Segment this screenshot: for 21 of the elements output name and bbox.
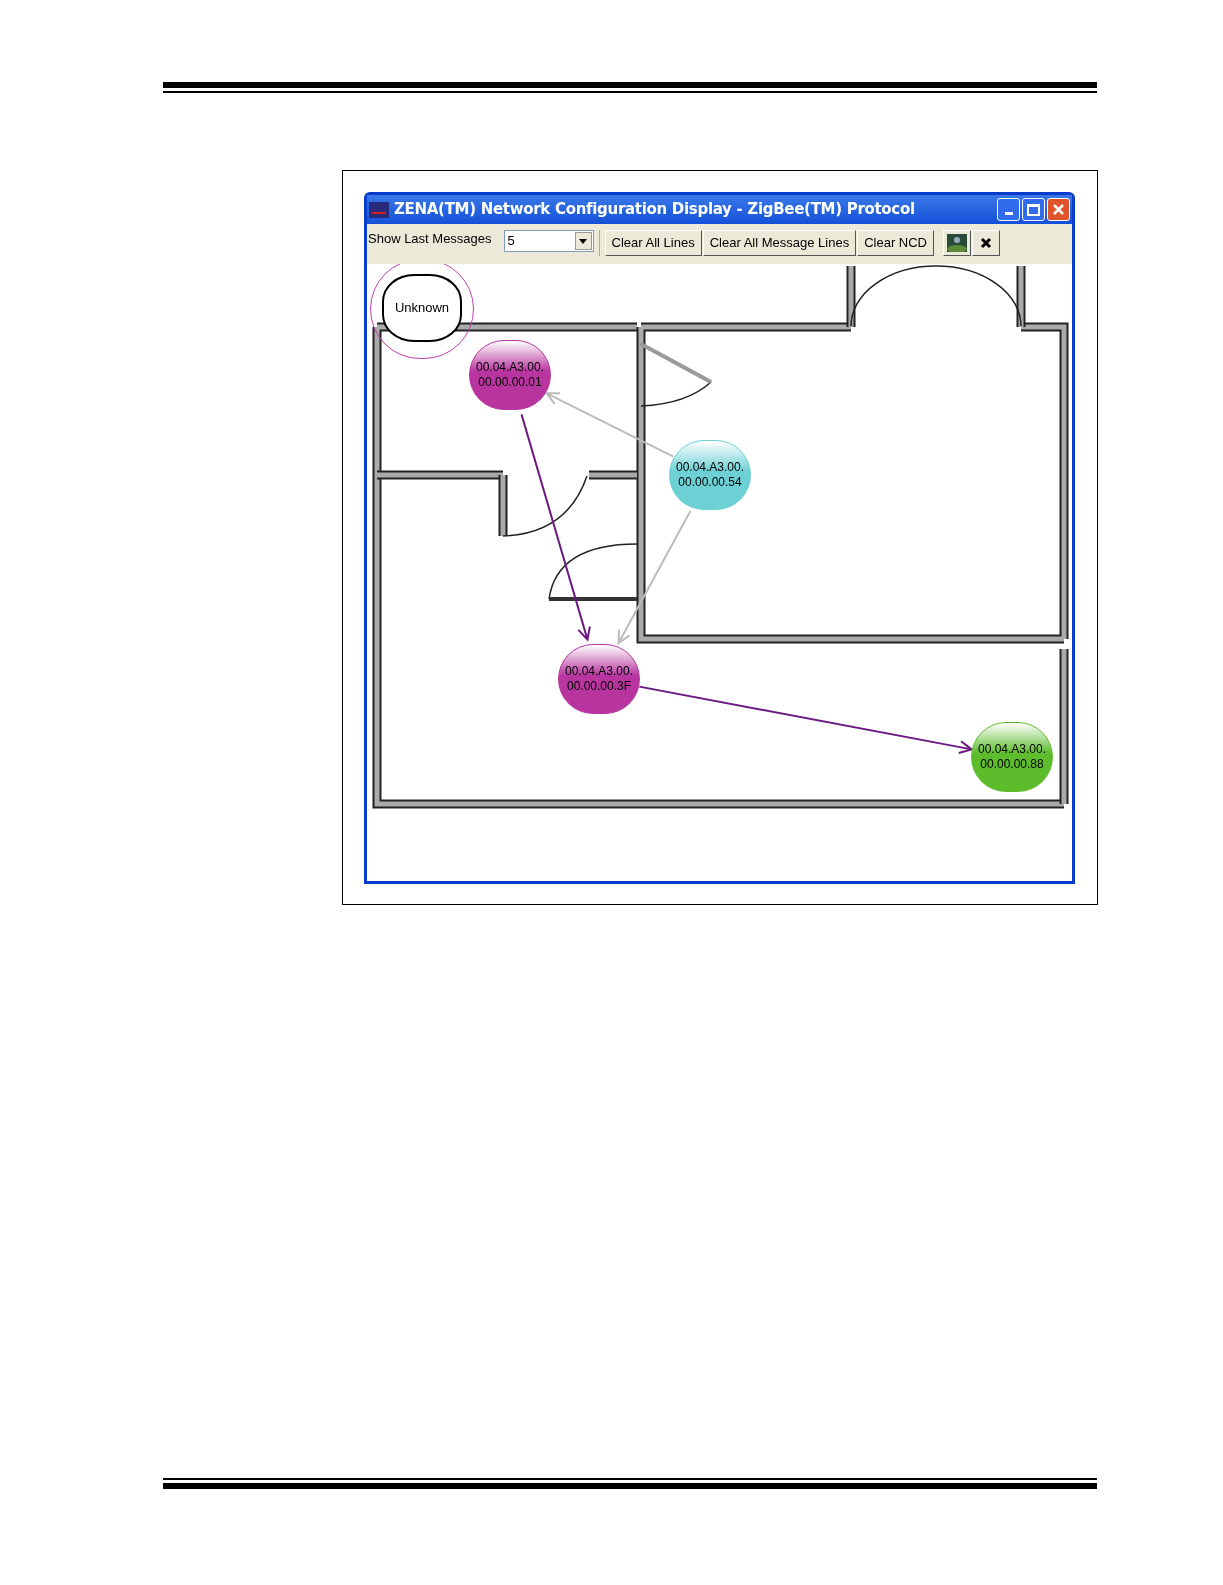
network-node[interactable]: 00.04.A3.00. 00.00.00.01	[469, 340, 551, 410]
picture-button[interactable]	[943, 230, 971, 256]
app-icon	[369, 201, 389, 218]
window-title: ZENA(TM) Network Configuration Display - ZigBee(TM) Protocol	[394, 199, 915, 221]
close-icon	[980, 237, 992, 249]
close-button[interactable]	[1047, 198, 1070, 221]
unknown-node[interactable]: Unknown	[382, 274, 462, 342]
minimize-button[interactable]	[997, 198, 1020, 221]
landscape-icon	[947, 234, 967, 252]
show-last-label: Show Last Messages	[368, 230, 492, 248]
close-icon	[1052, 203, 1065, 216]
network-node[interactable]: 00.04.A3.00. 00.00.00.54	[669, 440, 751, 510]
maximize-button[interactable]	[1022, 198, 1045, 221]
toolbar-button[interactable]: Clear All Lines	[604, 230, 702, 256]
network-node[interactable]: 00.04.A3.00. 00.00.00.88	[971, 722, 1053, 792]
toolbar-button[interactable]: Clear All Message Lines	[702, 230, 857, 256]
close-icon-button[interactable]	[972, 230, 1000, 256]
toolbar-button[interactable]: Clear NCD	[857, 230, 934, 256]
network-node[interactable]: 00.04.A3.00. 00.00.00.3F	[558, 644, 640, 714]
messages-dropdown[interactable]: 5	[503, 230, 594, 252]
dropdown-arrow-icon	[579, 238, 588, 244]
